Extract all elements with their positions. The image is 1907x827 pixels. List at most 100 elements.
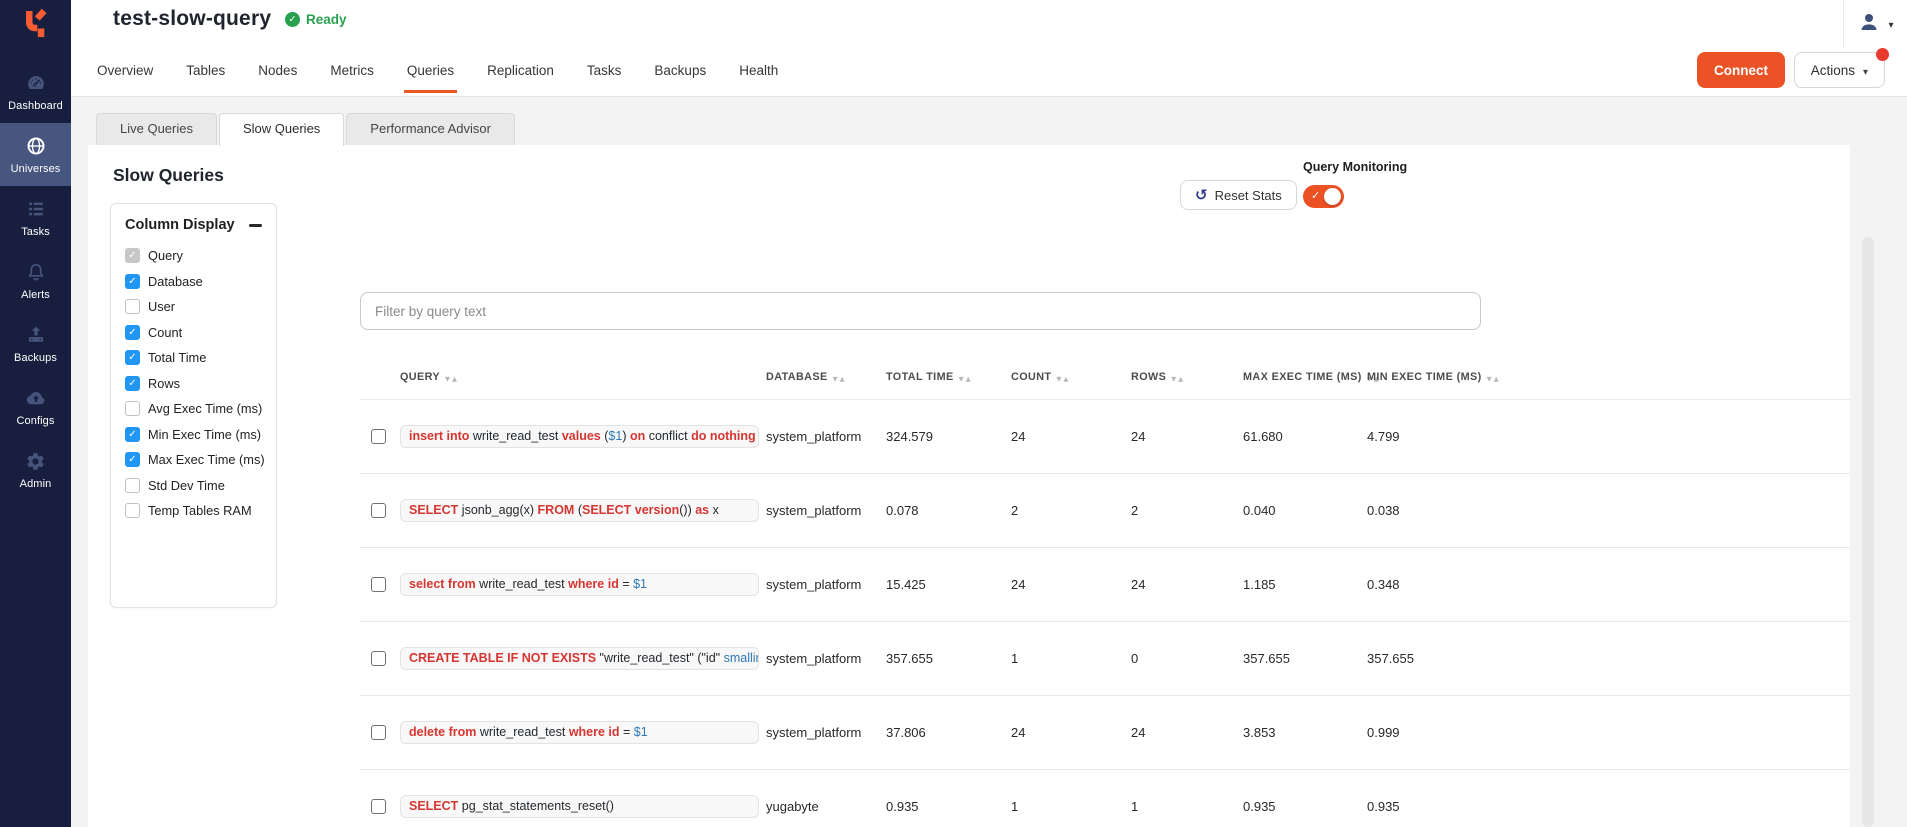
column-option-database[interactable]: Database (125, 269, 262, 295)
checkbox-icon (125, 376, 140, 391)
query-tabs: Live QueriesSlow QueriesPerformance Advi… (96, 113, 517, 146)
sort-icon[interactable] (1487, 368, 1501, 386)
nav-tab-metrics[interactable]: Metrics (329, 61, 375, 80)
column-option-min-exec-time-ms[interactable]: Min Exec Time (ms) (125, 422, 262, 448)
cell-rows: 1 (1131, 799, 1243, 814)
column-option-temp-tables-ram[interactable]: Temp Tables RAM (125, 498, 262, 524)
column-display-title: Column Display (125, 217, 235, 233)
sidebar-item-label: Dashboard (8, 100, 63, 112)
query-monitoring-toggle[interactable] (1303, 185, 1344, 208)
status-badge: Ready (285, 12, 347, 27)
actions-button[interactable]: Actions (1794, 52, 1885, 88)
column-header-query[interactable]: QUERY (400, 368, 766, 386)
sidebar-item-universes[interactable]: Universes (0, 123, 71, 186)
row-checkbox[interactable] (371, 799, 386, 814)
query-code[interactable]: delete from write_read_test where id = $… (400, 721, 759, 744)
sort-icon[interactable] (959, 368, 973, 386)
nav-tab-nodes[interactable]: Nodes (257, 61, 298, 80)
column-header-rows[interactable]: ROWS (1131, 368, 1243, 386)
nav-tab-tasks[interactable]: Tasks (586, 61, 623, 80)
sidebar-item-label: Backups (14, 352, 57, 364)
cell-total-time: 0.078 (886, 503, 1011, 518)
query-code[interactable]: insert into write_read_test values ($1) … (400, 425, 759, 448)
sort-icon[interactable] (1056, 368, 1070, 386)
sort-icon[interactable] (1171, 368, 1185, 386)
column-option-max-exec-time-ms[interactable]: Max Exec Time (ms) (125, 447, 262, 473)
tab-performance-advisor[interactable]: Performance Advisor (346, 113, 515, 145)
sort-icon[interactable] (445, 368, 459, 386)
query-code[interactable]: select from write_read_test where id = $… (400, 573, 759, 596)
nav-tab-replication[interactable]: Replication (486, 61, 555, 80)
cell-rows: 0 (1131, 651, 1243, 666)
column-option-label: Count (148, 325, 182, 340)
sidebar-item-backups[interactable]: Backups (0, 312, 71, 375)
row-checkbox[interactable] (371, 725, 386, 740)
cell-max-exec-time: 1.185 (1243, 577, 1367, 592)
cell-total-time: 0.935 (886, 799, 1011, 814)
collapse-icon[interactable] (249, 224, 262, 227)
row-checkbox[interactable] (371, 429, 386, 444)
column-option-user[interactable]: User (125, 294, 262, 320)
nav-tab-tables[interactable]: Tables (185, 61, 226, 80)
column-option-rows[interactable]: Rows (125, 371, 262, 397)
checkbox-icon (125, 401, 140, 416)
column-header-min-exec-time-ms[interactable]: MIN EXEC TIME (MS) (1367, 368, 1850, 386)
nav-tab-health[interactable]: Health (738, 61, 779, 80)
column-header-database[interactable]: DATABASE (766, 368, 886, 386)
cell-max-exec-time: 61.680 (1243, 429, 1367, 444)
user-avatar-icon[interactable] (1857, 10, 1881, 39)
column-display-card: Column Display Query Database User Count Tot… (110, 203, 277, 608)
cloud-upload-icon (25, 386, 47, 410)
query-filter-input[interactable] (360, 292, 1481, 330)
column-option-query[interactable]: Query (125, 243, 262, 269)
sidebar-item-dashboard[interactable]: Dashboard (0, 60, 71, 123)
query-code[interactable]: CREATE TABLE IF NOT EXISTS "write_read_t… (400, 647, 759, 670)
gear-icon (25, 449, 46, 473)
topbar: test-slow-query Ready OverviewTablesNode… (71, 0, 1907, 97)
sidebar-item-admin[interactable]: Admin (0, 438, 71, 501)
sidebar-item-alerts[interactable]: Alerts (0, 249, 71, 312)
checkbox-icon (125, 325, 140, 340)
column-option-total-time[interactable]: Total Time (125, 345, 262, 371)
table-header-row: QUERYDATABASETOTAL TIMECOUNTROWSMAX EXEC… (360, 355, 1850, 400)
reset-icon (1195, 186, 1208, 204)
tab-slow-queries[interactable]: Slow Queries (219, 113, 344, 146)
checkbox-icon (125, 299, 140, 314)
sort-icon[interactable] (833, 368, 847, 386)
cell-rows: 24 (1131, 577, 1243, 592)
nav-tab-backups[interactable]: Backups (653, 61, 707, 80)
query-monitoring-label: Query Monitoring (1303, 160, 1407, 174)
query-code[interactable]: SELECT pg_stat_statements_reset() (400, 795, 759, 818)
column-option-count[interactable]: Count (125, 320, 262, 346)
toggle-knob (1324, 188, 1341, 205)
cell-database: system_platform (766, 725, 886, 740)
connect-button[interactable]: Connect (1697, 52, 1785, 88)
chevron-down-icon[interactable] (1888, 15, 1893, 33)
yugabyte-logo-icon[interactable] (0, 0, 71, 48)
query-code[interactable]: SELECT jsonb_agg(x) FROM (SELECT version… (400, 499, 759, 522)
column-header-count[interactable]: COUNT (1011, 368, 1131, 386)
row-checkbox[interactable] (371, 503, 386, 518)
row-checkbox[interactable] (371, 651, 386, 666)
user-menu[interactable] (1843, 0, 1907, 48)
scrollbar[interactable] (1862, 237, 1874, 827)
column-option-label: User (148, 299, 175, 314)
cell-count: 1 (1011, 651, 1131, 666)
cell-database: system_platform (766, 577, 886, 592)
nav-tab-queries[interactable]: Queries (406, 61, 455, 80)
row-checkbox[interactable] (371, 577, 386, 592)
tab-live-queries[interactable]: Live Queries (96, 113, 217, 145)
sidebar-item-configs[interactable]: Configs (0, 375, 71, 438)
sidebar-item-tasks[interactable]: Tasks (0, 186, 71, 249)
cell-min-exec-time: 4.799 (1367, 429, 1850, 444)
column-header-max-exec-time-ms[interactable]: MAX EXEC TIME (MS) (1243, 368, 1367, 386)
cell-rows: 24 (1131, 429, 1243, 444)
reset-stats-button[interactable]: Reset Stats (1180, 180, 1297, 210)
column-option-label: Database (148, 274, 203, 289)
column-option-std-dev-time[interactable]: Std Dev Time (125, 473, 262, 499)
column-header-total-time[interactable]: TOTAL TIME (886, 368, 1011, 386)
cell-min-exec-time: 0.935 (1367, 799, 1850, 814)
chevron-down-icon (1863, 63, 1868, 78)
nav-tab-overview[interactable]: Overview (96, 61, 154, 80)
column-option-avg-exec-time-ms[interactable]: Avg Exec Time (ms) (125, 396, 262, 422)
